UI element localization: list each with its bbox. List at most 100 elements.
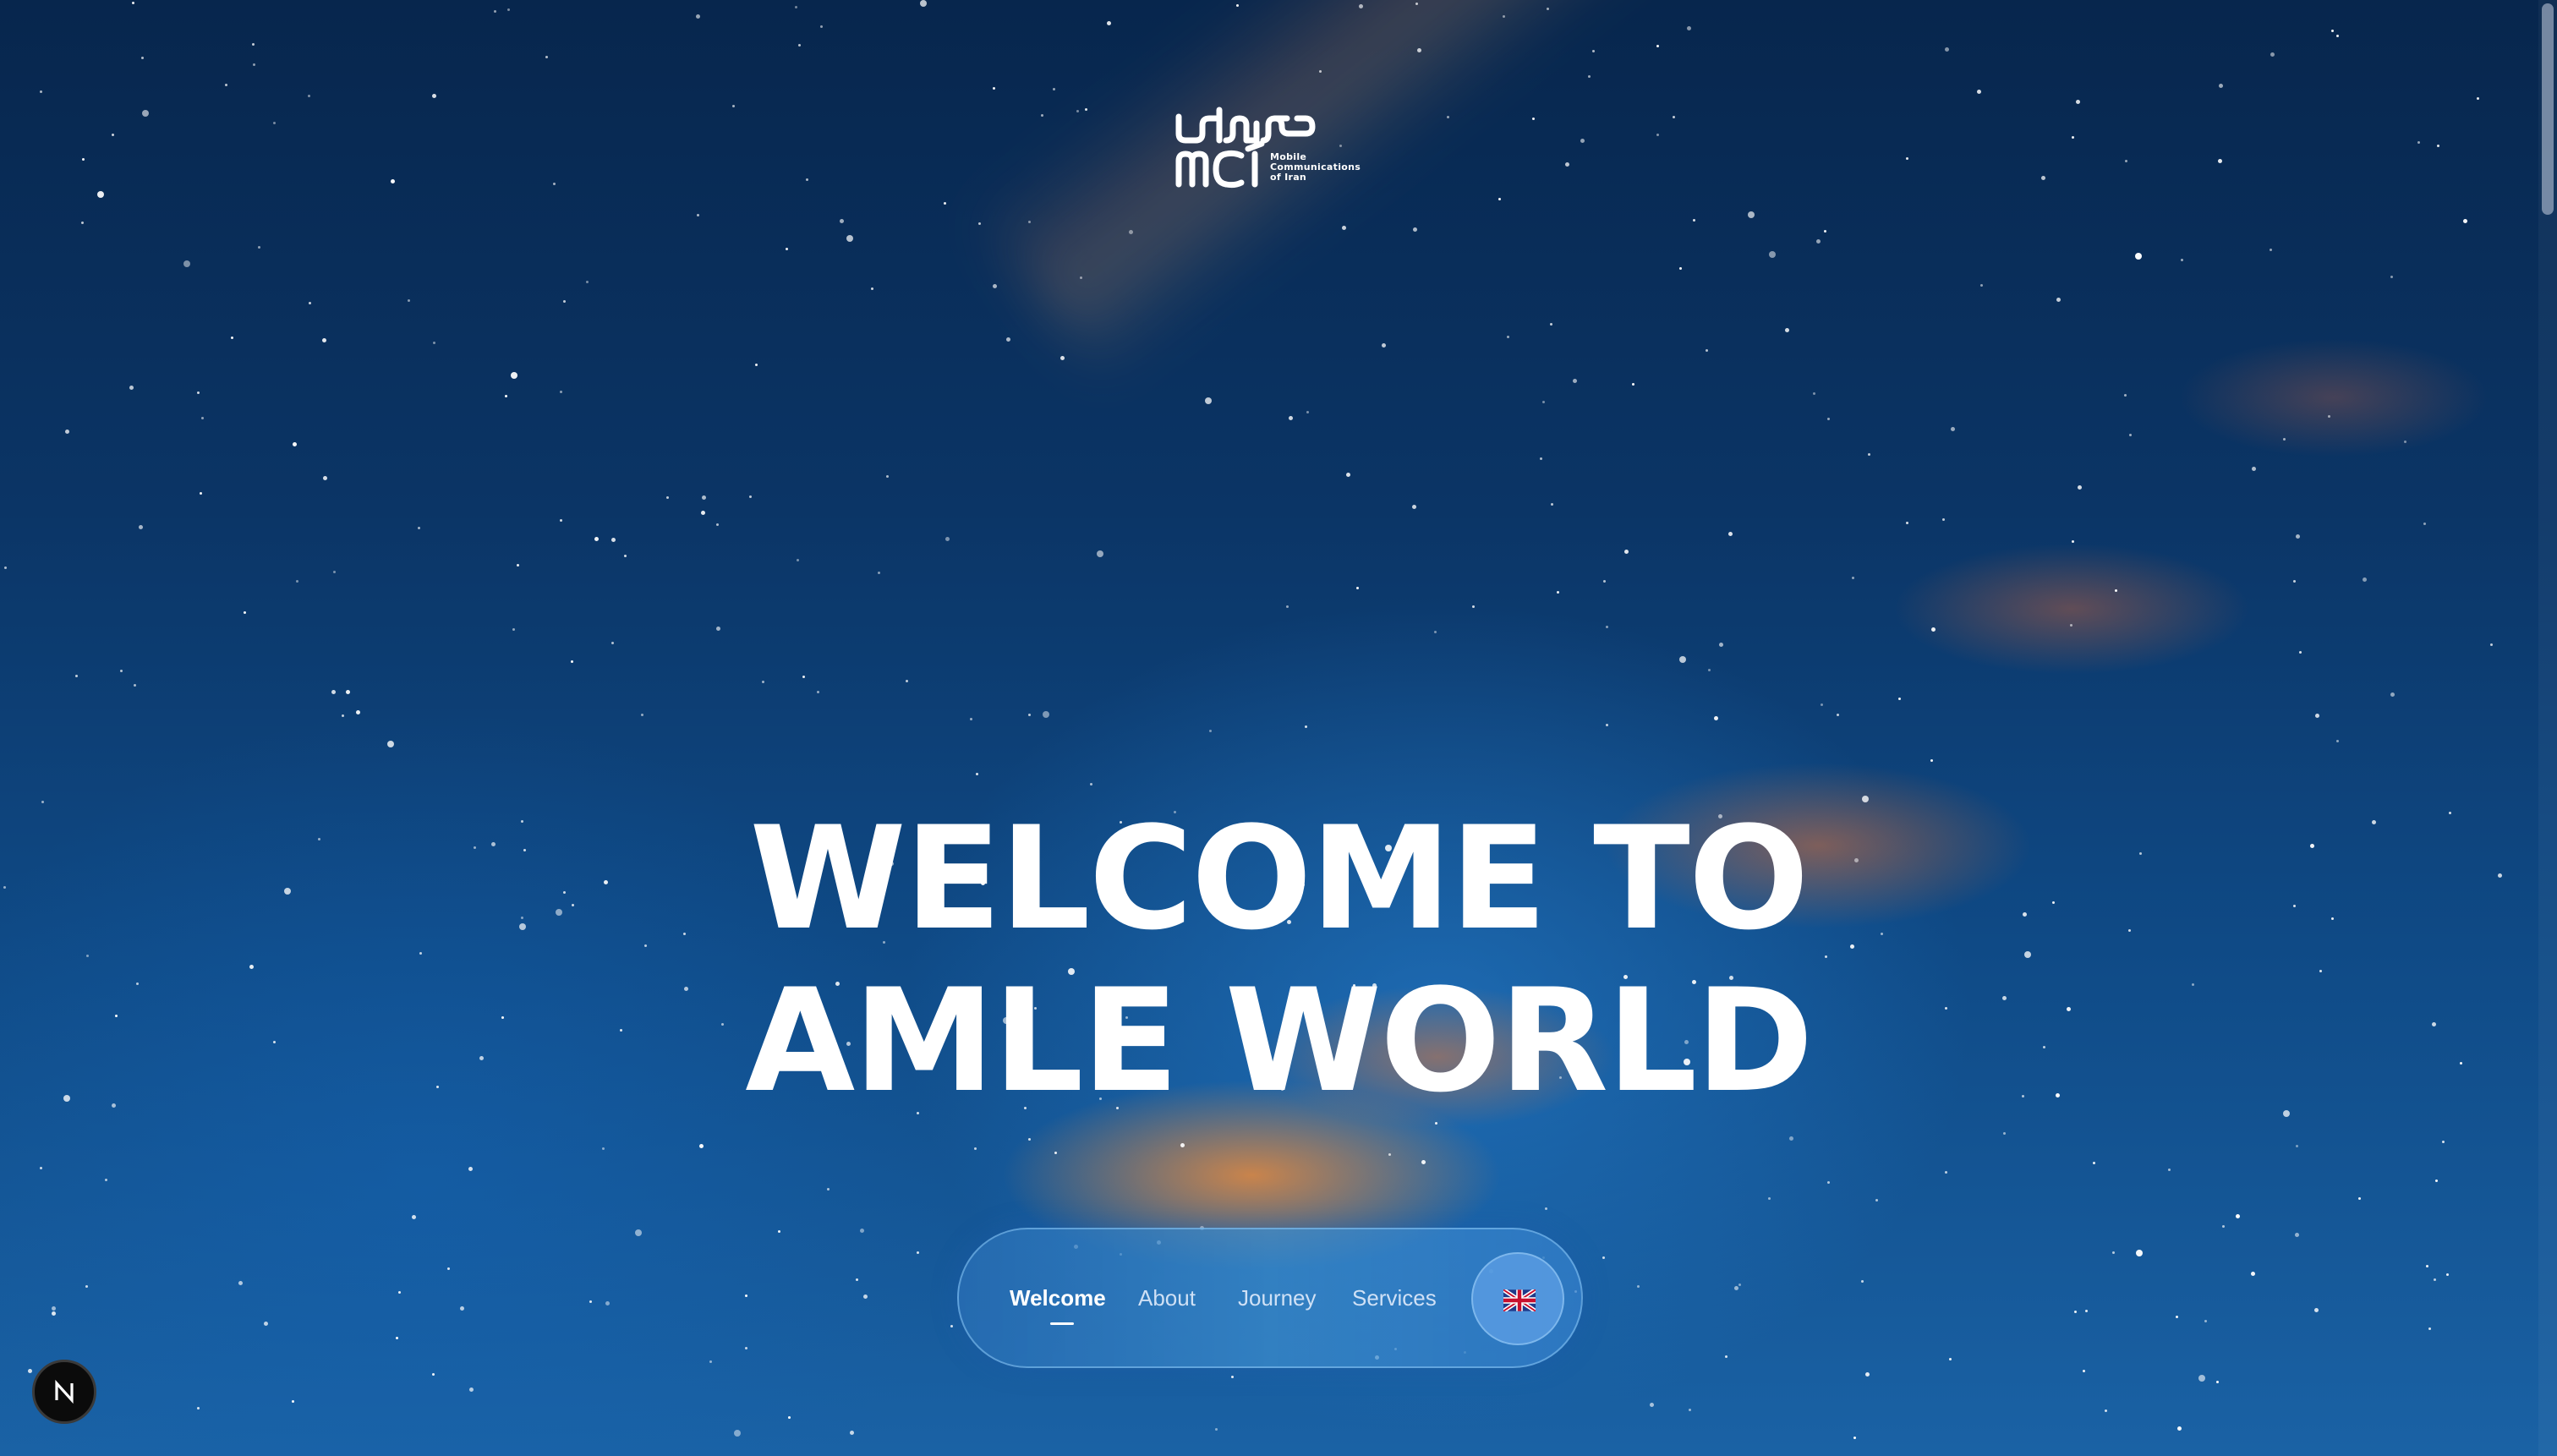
star-dot — [507, 8, 510, 11]
logo-subtitle: Mobile Communications of Iran — [1270, 152, 1380, 183]
nextjs-devtools-button[interactable] — [32, 1360, 96, 1424]
star-dot — [1714, 716, 1718, 720]
star-dot — [1382, 343, 1386, 348]
language-switch-button[interactable] — [1471, 1252, 1564, 1345]
star-dot — [1945, 1171, 1947, 1174]
star-dot — [197, 1407, 200, 1409]
star-dot — [2336, 35, 2339, 37]
star-dot — [2074, 1311, 2077, 1313]
star-dot — [183, 260, 190, 267]
star-dot — [1054, 1152, 1057, 1154]
star-dot — [1305, 725, 1307, 728]
nav-item-about[interactable]: About — [1138, 1229, 1196, 1366]
star-dot — [1734, 1286, 1738, 1290]
star-dot — [52, 1306, 56, 1311]
star-dot — [293, 442, 297, 446]
star-dot — [798, 44, 801, 47]
star-dot — [2390, 276, 2393, 278]
star-dot — [1719, 643, 1723, 647]
star-dot — [1028, 221, 1031, 223]
page: Mobile Communications of Iran WELCOME TO… — [0, 0, 2557, 1456]
star-dot — [1041, 114, 1043, 117]
star-dot — [702, 495, 706, 500]
star-dot — [611, 642, 614, 644]
star-dot — [594, 537, 599, 541]
star-dot — [2437, 145, 2439, 147]
star-dot — [605, 1301, 610, 1305]
star-dot — [512, 628, 515, 631]
star-dot — [1342, 226, 1346, 230]
star-dot — [817, 691, 819, 693]
star-dot — [2219, 84, 2223, 88]
star-dot — [2270, 249, 2272, 251]
star-dot — [1573, 379, 1577, 383]
star-dot — [258, 246, 260, 249]
star-dot — [1472, 605, 1475, 608]
star-dot — [1708, 669, 1711, 671]
star-dot — [1942, 518, 1945, 521]
star-dot — [1906, 522, 1908, 524]
star-dot — [696, 14, 700, 19]
star-dot — [1557, 591, 1559, 594]
star-dot — [2056, 298, 2061, 302]
star-dot — [1930, 759, 1933, 762]
star-dot — [505, 395, 507, 397]
star-dot — [1656, 134, 1659, 136]
star-dot — [1550, 323, 1552, 326]
nav-item-welcome[interactable]: Welcome — [1010, 1229, 1106, 1366]
star-dot — [346, 690, 350, 694]
star-dot — [1693, 219, 1695, 222]
star-dot — [666, 496, 669, 499]
star-dot — [1434, 631, 1437, 633]
star-dot — [2168, 1169, 2171, 1171]
star-dot — [252, 43, 255, 46]
star-dot — [469, 1388, 474, 1392]
star-dot — [1632, 383, 1634, 386]
star-dot — [1107, 21, 1111, 25]
star-dot — [2358, 1197, 2361, 1200]
star-dot — [1097, 550, 1103, 557]
star-dot — [1417, 48, 1421, 52]
star-dot — [432, 94, 436, 98]
star-dot — [2314, 1308, 2319, 1312]
star-dot — [802, 676, 805, 678]
star-dot — [2390, 692, 2395, 697]
star-dot — [1606, 626, 1608, 628]
star-dot — [331, 690, 336, 694]
mci-logo[interactable]: Mobile Communications of Iran — [1174, 100, 1377, 189]
star-dot — [2112, 1251, 2115, 1254]
star-dot — [1706, 349, 1708, 352]
star-dot — [2442, 1141, 2445, 1143]
star-dot — [749, 495, 752, 498]
bottom-navigation-bar: Welcome About Journey Services — [957, 1228, 1583, 1368]
star-dot — [1906, 157, 1908, 160]
star-dot — [253, 63, 255, 66]
star-dot — [586, 281, 589, 283]
star-dot — [296, 580, 298, 583]
star-dot — [2085, 1310, 2088, 1312]
star-dot — [1413, 227, 1417, 232]
star-dot — [563, 300, 566, 303]
page-scrollbar[interactable] — [2538, 0, 2557, 1456]
hero-line-2: AMLE WORLD — [745, 957, 1814, 1124]
star-dot — [1215, 1428, 1218, 1431]
star-dot — [762, 681, 764, 683]
star-dot — [1421, 1160, 1426, 1164]
star-dot — [1868, 453, 1870, 456]
star-dot — [342, 714, 344, 717]
star-dot — [701, 511, 705, 515]
star-dot — [1415, 3, 1418, 5]
star-dot — [1789, 1136, 1793, 1141]
star-dot — [976, 773, 978, 775]
star-dot — [1447, 116, 1449, 118]
star-dot — [697, 214, 699, 216]
nav-item-journey[interactable]: Journey — [1238, 1229, 1317, 1366]
scrollbar-thumb[interactable] — [2542, 3, 2554, 215]
nav-item-services[interactable]: Services — [1352, 1229, 1437, 1366]
star-dot — [2434, 1278, 2436, 1281]
star-dot — [886, 475, 889, 478]
star-dot — [1028, 1138, 1031, 1141]
star-dot — [545, 56, 548, 58]
star-dot — [2177, 1426, 2182, 1431]
star-dot — [1949, 1358, 1952, 1360]
